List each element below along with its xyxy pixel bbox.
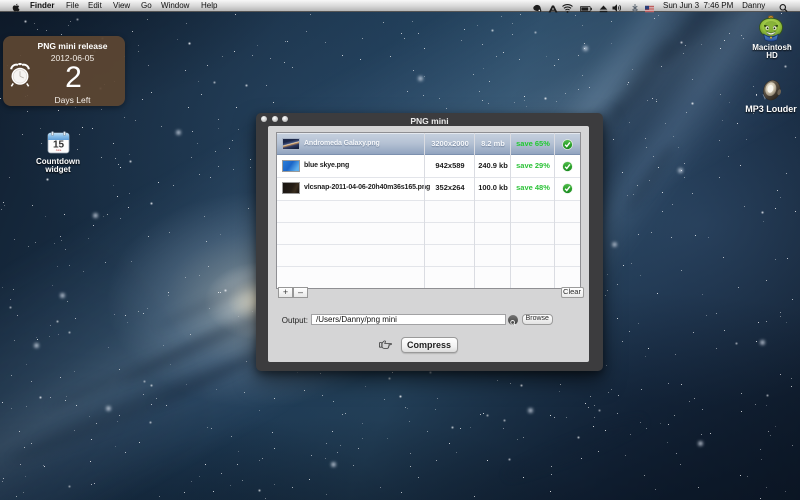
- svg-text:June: June: [56, 148, 62, 152]
